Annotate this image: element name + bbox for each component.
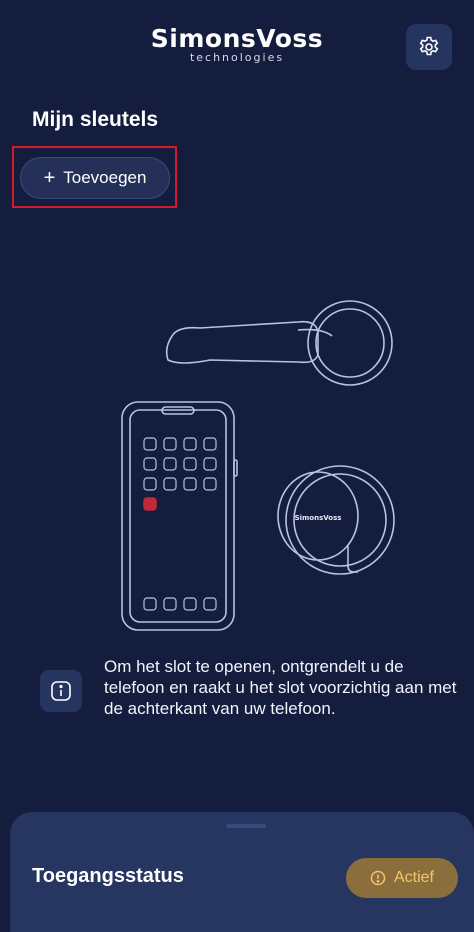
phone-lock-illustration: SimonsVoss <box>121 300 395 631</box>
add-key-label: Toevoegen <box>63 168 147 187</box>
plus-icon: + <box>43 166 56 189</box>
top-bar: SimonsVoss technologies <box>0 0 474 90</box>
add-key-button[interactable]: + Toevoegen <box>20 157 170 199</box>
settings-button[interactable] <box>406 24 452 70</box>
door-handle-drawing <box>165 300 393 386</box>
status-badge[interactable]: Actief <box>346 858 458 898</box>
phone-drawing <box>121 401 238 631</box>
info-icon <box>40 670 82 712</box>
brand-logo: SimonsVoss technologies <box>0 24 474 64</box>
info-text: Om het slot te openen, ontgrendelt u de … <box>104 657 457 718</box>
gear-icon <box>419 36 439 56</box>
brand-subtitle: technologies <box>189 51 285 64</box>
lock-cylinder-drawing: SimonsVoss <box>277 465 395 575</box>
alert-circle-icon <box>370 870 386 886</box>
cylinder-brand-label: SimonsVoss <box>295 514 342 522</box>
status-label: Actief <box>393 869 434 886</box>
info-message: Om het slot te openen, ontgrendelt u de … <box>40 656 460 746</box>
page-title: Mijn sleutels <box>32 108 159 131</box>
sheet-drag-handle[interactable] <box>226 824 266 828</box>
brand-name: SimonsVoss <box>150 24 324 53</box>
access-status-sheet[interactable]: Toegangsstatus Actief <box>10 812 474 932</box>
sheet-title: Toegangsstatus <box>32 865 184 887</box>
